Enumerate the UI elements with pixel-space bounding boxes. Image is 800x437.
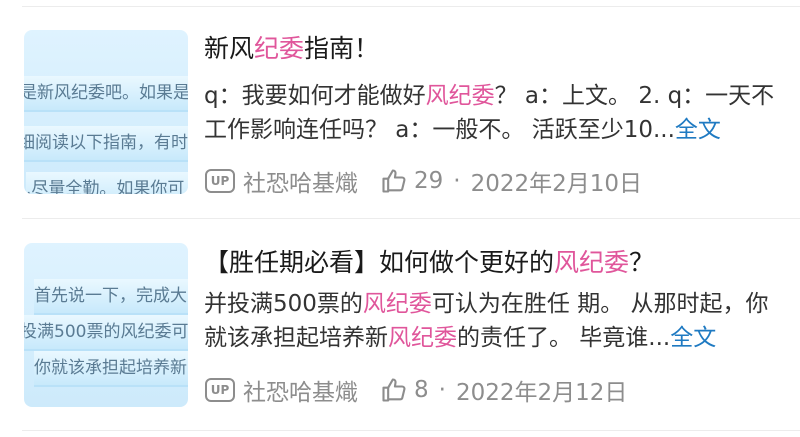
read-more-link[interactable]: 全文 [670,325,716,351]
thumbs-up-icon[interactable] [380,376,408,404]
article-excerpt[interactable]: q：我要如何才能做好风纪委？ a：上文。 2. q：一天不工作影响连任吗？ a：… [204,79,776,147]
read-more-link[interactable]: 全文 [675,117,721,143]
article-thumbnail[interactable]: 是新风纪委吧。如果是 细阅读以下指南，有时 .尽量全勤。如果你可 [24,30,188,194]
meta-separator: · [438,377,446,403]
article-meta: UP 社恐哈基熾 29 · 2022年2月10日 [205,164,642,198]
like-count: 29 [414,168,444,194]
excerpt-highlight: 风纪委 [362,291,432,317]
author-name[interactable]: 社恐哈基熾 [243,164,358,198]
title-highlight: 风纪委 [554,248,630,277]
thumb-line: 是新风纪委吧。如果是 [24,76,188,112]
excerpt-text: 的责任了。 毕竟谁... [457,325,671,351]
title-highlight: 纪委 [254,34,305,63]
thumbs-up-icon[interactable] [380,167,408,195]
thumb-line: 细阅读以下指南，有时 [24,126,188,162]
article-title[interactable]: 新风纪委指南！ [204,32,379,66]
author-name[interactable]: 社恐哈基熾 [243,373,358,407]
bottom-divider [22,430,800,431]
thumb-line: .尽量全勤。如果你可 [26,172,188,194]
title-text: 指南！ [304,34,380,63]
excerpt-highlight: 风纪委 [388,325,457,351]
excerpt-text: q：我要如何才能做好 [204,83,426,109]
excerpt-text: 并投满500票的 [204,291,363,317]
publish-date: 2022年2月10日 [470,171,643,197]
thumb-line: 首先说一下，完成大 [34,279,188,315]
title-text: 【胜任期必看】如何做个更好的 [204,248,555,277]
article-title[interactable]: 【胜任期必看】如何做个更好的风纪委？ [204,246,654,280]
title-text: 新风 [204,34,255,63]
up-badge-icon: UP [205,169,235,193]
article-excerpt[interactable]: 并投满500票的风纪委可认为在胜任 期。 从那时起，你就该承担起培养新风纪委的责… [204,287,776,355]
article-meta: UP 社恐哈基熾 8 · 2022年2月12日 [205,373,627,407]
title-text: ？ [629,248,655,277]
excerpt-highlight: 风纪委 [425,83,495,109]
up-badge-icon: UP [205,378,235,402]
top-divider [22,6,800,7]
article-thumbnail[interactable]: 首先说一下，完成大 投满500票的风纪委可 你就该承担起培养新 [24,243,188,407]
thumb-line: 你就该承担起培养新 [34,351,188,387]
publish-date: 2022年2月12日 [455,380,628,406]
meta-separator: · [453,168,461,194]
like-count: 8 [414,377,429,403]
card-divider [22,218,800,219]
thumb-line: 投满500票的风纪委可 [24,315,188,351]
